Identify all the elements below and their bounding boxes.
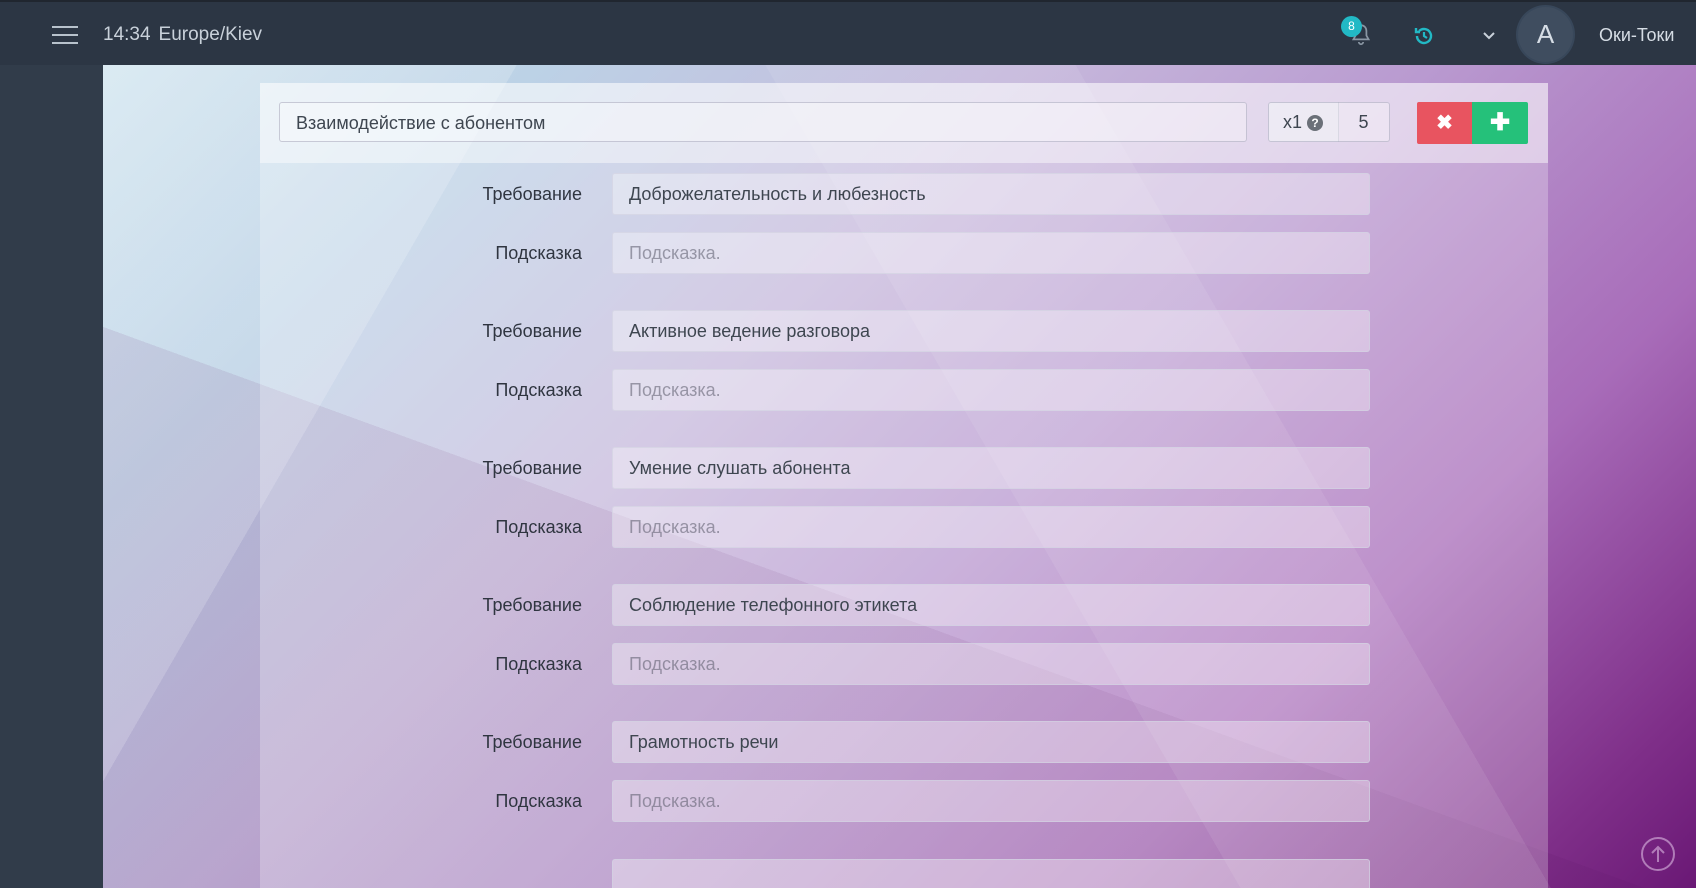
- hint-input[interactable]: Подсказка.: [612, 780, 1370, 822]
- hint-row: Подсказка Подсказка.: [260, 643, 1548, 685]
- hint-label: Подсказка: [495, 243, 582, 263]
- add-requirement-button[interactable]: ✚: [1472, 102, 1528, 144]
- avatar[interactable]: A: [1518, 7, 1573, 62]
- hint-input[interactable]: Подсказка.: [612, 643, 1370, 685]
- weight-input[interactable]: 5: [1338, 102, 1390, 142]
- top-bar: 14:34 Europe/Kiev 8 A Оки-Токи: [0, 0, 1696, 65]
- requirement-row: [260, 859, 1548, 888]
- notification-badge: 8: [1341, 16, 1362, 37]
- requirement-label: Требование: [482, 732, 582, 752]
- hint-input[interactable]: Подсказка.: [612, 369, 1370, 411]
- hint-input[interactable]: Подсказка.: [612, 232, 1370, 274]
- chevron-down-icon[interactable]: [1481, 30, 1497, 42]
- hint-label: Подсказка: [495, 517, 582, 537]
- requirement-input[interactable]: [612, 859, 1370, 888]
- requirement-row: Требование Соблюдение телефонного этикет…: [260, 584, 1548, 626]
- requirement-input[interactable]: Соблюдение телефонного этикета: [612, 584, 1370, 626]
- multiplier-label: x1: [1283, 112, 1303, 132]
- help-icon[interactable]: ?: [1307, 115, 1324, 131]
- hint-label: Подсказка: [495, 654, 582, 674]
- hint-input[interactable]: Подсказка.: [612, 506, 1370, 548]
- username[interactable]: Оки-Токи: [1599, 25, 1674, 46]
- requirement-row: Требование Умение слушать абонента: [260, 447, 1548, 489]
- hint-row: Подсказка Подсказка.: [260, 369, 1548, 411]
- requirement-input[interactable]: Грамотность речи: [612, 721, 1370, 763]
- requirement-label: Требование: [482, 458, 582, 478]
- history-icon[interactable]: [1412, 24, 1436, 48]
- requirement-label: Требование: [482, 184, 582, 204]
- requirement-row: Требование Активное ведение разговора: [260, 310, 1548, 352]
- hint-label: Подсказка: [495, 791, 582, 811]
- requirement-input[interactable]: Доброжелательность и любезность: [612, 173, 1370, 215]
- hint-row: Подсказка Подсказка.: [260, 232, 1548, 274]
- requirement-row: Требование Грамотность речи: [260, 721, 1548, 763]
- hint-row: Подсказка Подсказка.: [260, 506, 1548, 548]
- sidebar: [0, 65, 103, 888]
- hint-row: Подсказка Подсказка.: [260, 780, 1548, 822]
- delete-section-button[interactable]: ✖: [1417, 102, 1472, 144]
- clock-timezone: Europe/Kiev: [158, 24, 263, 45]
- requirement-input[interactable]: Активное ведение разговора: [612, 310, 1370, 352]
- requirement-input[interactable]: Умение слушать абонента: [612, 447, 1370, 489]
- section-card: Взаимодействие с абонентом x1? 5 ✖ ✚ Тре…: [260, 83, 1548, 888]
- requirement-row: Требование Доброжелательность и любезнос…: [260, 173, 1548, 215]
- multiplier-addon: x1?: [1268, 102, 1339, 142]
- clock-time: 14:34: [103, 24, 151, 45]
- requirement-label: Требование: [482, 321, 582, 341]
- arrow-up-circle-icon[interactable]: [1640, 836, 1676, 872]
- clock: 14:34 Europe/Kiev: [103, 24, 262, 46]
- hamburger-icon[interactable]: [52, 26, 78, 44]
- requirement-label: Требование: [482, 595, 582, 615]
- hint-label: Подсказка: [495, 380, 582, 400]
- section-header: Взаимодействие с абонентом x1? 5 ✖ ✚: [260, 83, 1548, 163]
- section-title-input[interactable]: Взаимодействие с абонентом: [279, 102, 1247, 142]
- main-content: Взаимодействие с абонентом x1? 5 ✖ ✚ Тре…: [103, 65, 1696, 888]
